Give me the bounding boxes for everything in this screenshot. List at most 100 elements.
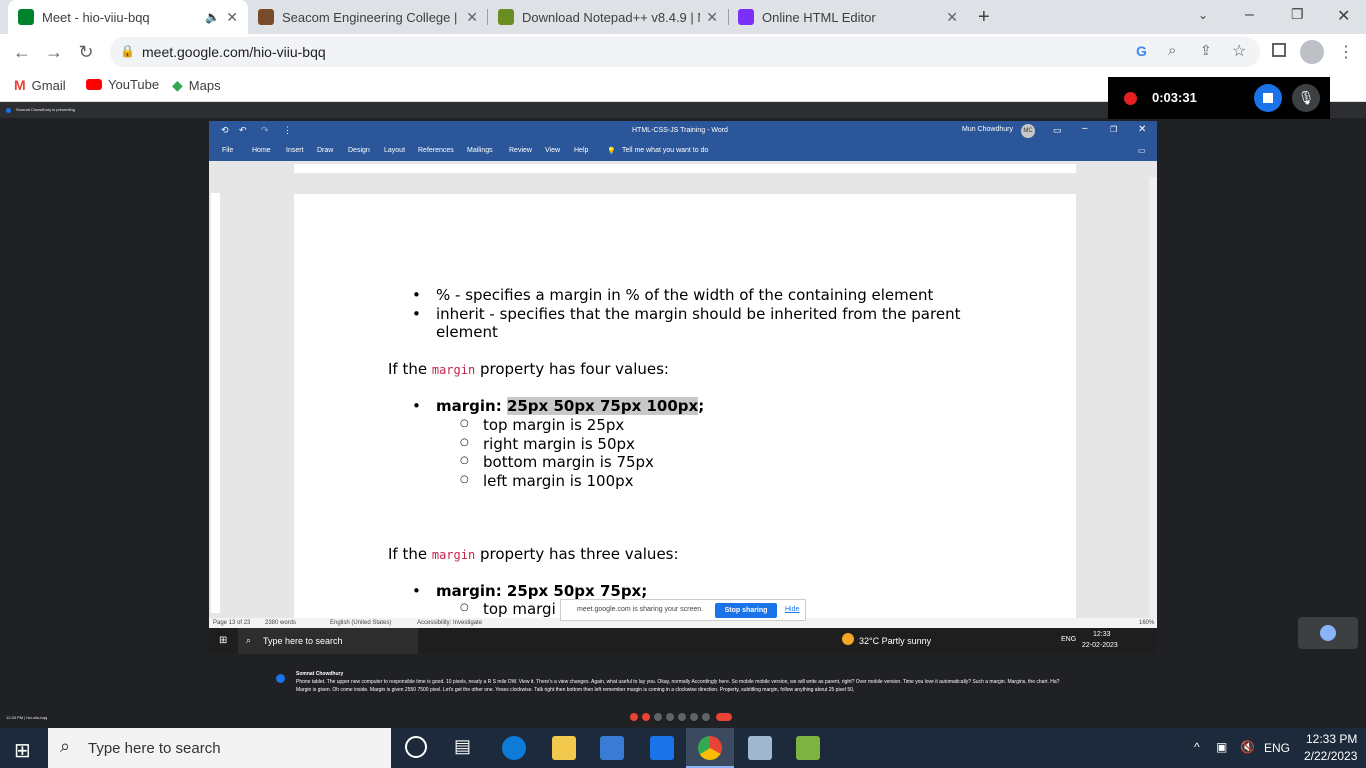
more-options-button[interactable] bbox=[702, 713, 710, 721]
present-button[interactable] bbox=[678, 713, 686, 721]
self-view-tile[interactable] bbox=[1298, 617, 1358, 649]
cortana-icon[interactable] bbox=[405, 736, 427, 758]
taskbar-time[interactable]: 12:33 PM bbox=[1306, 732, 1357, 746]
edge-icon[interactable] bbox=[502, 736, 526, 760]
word-minimize-icon[interactable]: – bbox=[1082, 123, 1088, 134]
bookmark-star-icon[interactable]: ☆ bbox=[1232, 41, 1246, 61]
notes-app-icon[interactable] bbox=[748, 736, 772, 760]
raise-hand-button[interactable] bbox=[690, 713, 698, 721]
close-icon[interactable]: ✕ bbox=[946, 9, 958, 26]
notepadpp-icon[interactable] bbox=[796, 736, 820, 760]
status-words[interactable]: 2380 words bbox=[265, 620, 296, 626]
window-close-icon[interactable]: ✕ bbox=[1337, 6, 1350, 26]
word-close-icon[interactable]: ✕ bbox=[1138, 124, 1146, 135]
close-icon[interactable]: ✕ bbox=[706, 9, 718, 26]
profile-avatar[interactable] bbox=[1300, 40, 1324, 64]
status-accessibility[interactable]: Accessibility: Investigate bbox=[417, 620, 482, 626]
ribbon-tab-review[interactable]: Review bbox=[509, 147, 532, 154]
mic-button[interactable] bbox=[630, 713, 638, 721]
tab-meet[interactable]: Meet - hio-viiu-bqq 🔈 ✕ bbox=[8, 0, 248, 34]
autosave-icon[interactable]: ⟲ bbox=[221, 125, 229, 136]
ribbon-tab-file[interactable]: File bbox=[222, 147, 233, 154]
weather-icon bbox=[842, 633, 854, 645]
task-view-icon[interactable]: ▤ bbox=[454, 736, 471, 757]
example-four-values: margin: 25px 50px 75px 100px; bbox=[436, 397, 704, 415]
stop-recording-button[interactable] bbox=[1254, 84, 1282, 112]
bullet-marker: • bbox=[412, 305, 421, 323]
network-icon[interactable]: ▣ bbox=[1216, 740, 1227, 754]
hide-button[interactable]: Hide bbox=[785, 606, 799, 613]
ribbon-tab-design[interactable]: Design bbox=[348, 147, 370, 154]
comments-icon[interactable]: ▭ bbox=[1138, 146, 1146, 155]
ribbon-tab-mailings[interactable]: Mailings bbox=[467, 147, 493, 154]
vertical-scrollbar[interactable] bbox=[1149, 177, 1157, 617]
stop-sharing-button[interactable]: Stop sharing bbox=[715, 603, 777, 618]
ribbon-tab-references[interactable]: References bbox=[418, 147, 454, 154]
file-explorer-icon[interactable] bbox=[552, 736, 576, 760]
google-translate-icon[interactable]: G bbox=[1136, 43, 1147, 59]
vertical-ruler[interactable] bbox=[211, 193, 220, 613]
inner-weather: 32°C Partly sunny bbox=[859, 636, 932, 646]
minimize-icon[interactable]: – bbox=[1245, 6, 1254, 24]
bookmark-gmail[interactable]: M Gmail bbox=[14, 77, 66, 93]
tab-html-editor[interactable]: Online HTML Editor ✕ bbox=[728, 0, 968, 34]
recording-time: 0:03:31 bbox=[1152, 90, 1197, 105]
customize-icon[interactable]: ⋮ bbox=[283, 125, 292, 136]
tab-seacom[interactable]: Seacom Engineering College | Be ✕ bbox=[248, 0, 488, 34]
kebab-menu-icon[interactable]: ⋮ bbox=[1338, 42, 1354, 62]
tray-chevron-icon[interactable]: ^ bbox=[1194, 740, 1200, 754]
forward-icon[interactable]: → bbox=[42, 40, 66, 64]
word-restore-icon[interactable]: ❐ bbox=[1110, 125, 1117, 134]
status-zoom[interactable]: 160% bbox=[1139, 620, 1154, 626]
back-icon[interactable]: ← bbox=[10, 40, 34, 64]
mail-icon[interactable] bbox=[650, 736, 674, 760]
document-page[interactable]: • % - specifies a margin in % of the wid… bbox=[294, 194, 1076, 619]
bookmark-youtube[interactable]: YouTube bbox=[86, 77, 159, 92]
present-icon bbox=[6, 108, 11, 113]
close-icon[interactable]: ✕ bbox=[226, 9, 238, 26]
shared-word-window: ⟲ ↶ ↷ ⋮ HTML-CSS-JS Training - Word Mun … bbox=[209, 121, 1157, 654]
reactions-button[interactable] bbox=[666, 713, 674, 721]
taskbar-search-box[interactable]: ⌕ Type here to search bbox=[48, 728, 391, 768]
mic-muted-icon[interactable]: 🎙 bbox=[1292, 84, 1320, 112]
ribbon-tab-view[interactable]: View bbox=[545, 147, 560, 154]
volume-muted-icon[interactable]: 🔇 bbox=[1240, 740, 1255, 754]
tab-notepad[interactable]: Download Notepad++ v8.4.9 | N ✕ bbox=[488, 0, 728, 34]
speaker-icon[interactable]: 🔈 bbox=[205, 10, 220, 24]
sub-bullet-marker: ○ bbox=[460, 418, 469, 429]
ribbon-tab-help[interactable]: Help bbox=[574, 147, 588, 154]
ribbon-tab-home[interactable]: Home bbox=[252, 147, 271, 154]
reload-icon[interactable]: ↻ bbox=[74, 40, 98, 64]
zoom-icon[interactable]: ⌕ bbox=[1168, 42, 1176, 59]
bookmark-maps[interactable]: ◆ Maps bbox=[172, 77, 221, 94]
taskbar-date[interactable]: 2/22/2023 bbox=[1304, 749, 1357, 763]
leave-call-button[interactable] bbox=[716, 713, 732, 721]
horizontal-ruler[interactable] bbox=[294, 164, 1076, 173]
ribbon-tab-draw[interactable]: Draw bbox=[317, 147, 333, 154]
ribbon-display-icon[interactable]: ▭ bbox=[1053, 125, 1062, 136]
status-page[interactable]: Page 13 of 23 bbox=[213, 620, 250, 626]
sub-bullet-text: top margi bbox=[483, 600, 556, 618]
captions-button[interactable] bbox=[654, 713, 662, 721]
side-panel-icon[interactable] bbox=[1272, 43, 1286, 57]
address-bar[interactable]: 🔒 meet.google.com/hio-viiu-bqq G ⌕ ⇪ ☆ bbox=[110, 37, 1260, 67]
camera-button[interactable] bbox=[642, 713, 650, 721]
bullet-text: % - specifies a margin in % of the width… bbox=[436, 286, 934, 304]
store-icon[interactable] bbox=[600, 736, 624, 760]
word-user-avatar[interactable]: MC bbox=[1021, 124, 1035, 138]
new-tab-icon[interactable]: + bbox=[978, 6, 990, 29]
redo-icon[interactable]: ↷ bbox=[261, 125, 269, 136]
chrome-taskbar-button[interactable] bbox=[686, 728, 734, 768]
windows-taskbar: ⊞ ⌕ Type here to search ▤ ^ ▣ 🔇 ENG 12:3… bbox=[0, 728, 1366, 768]
status-language[interactable]: English (United States) bbox=[330, 620, 391, 626]
ribbon-tab-insert[interactable]: Insert bbox=[286, 147, 304, 154]
tell-me-search[interactable]: Tell me what you want to do bbox=[622, 147, 708, 154]
share-icon[interactable]: ⇪ bbox=[1200, 42, 1212, 59]
windows-start-icon[interactable]: ⊞ bbox=[14, 738, 31, 763]
undo-icon[interactable]: ↶ bbox=[239, 125, 247, 136]
ribbon-tab-layout[interactable]: Layout bbox=[384, 147, 405, 154]
language-indicator[interactable]: ENG bbox=[1264, 741, 1290, 755]
close-icon[interactable]: ✕ bbox=[466, 9, 478, 26]
tab-search-icon[interactable]: ⌄ bbox=[1198, 8, 1208, 22]
restore-icon[interactable]: ❐ bbox=[1291, 6, 1304, 23]
